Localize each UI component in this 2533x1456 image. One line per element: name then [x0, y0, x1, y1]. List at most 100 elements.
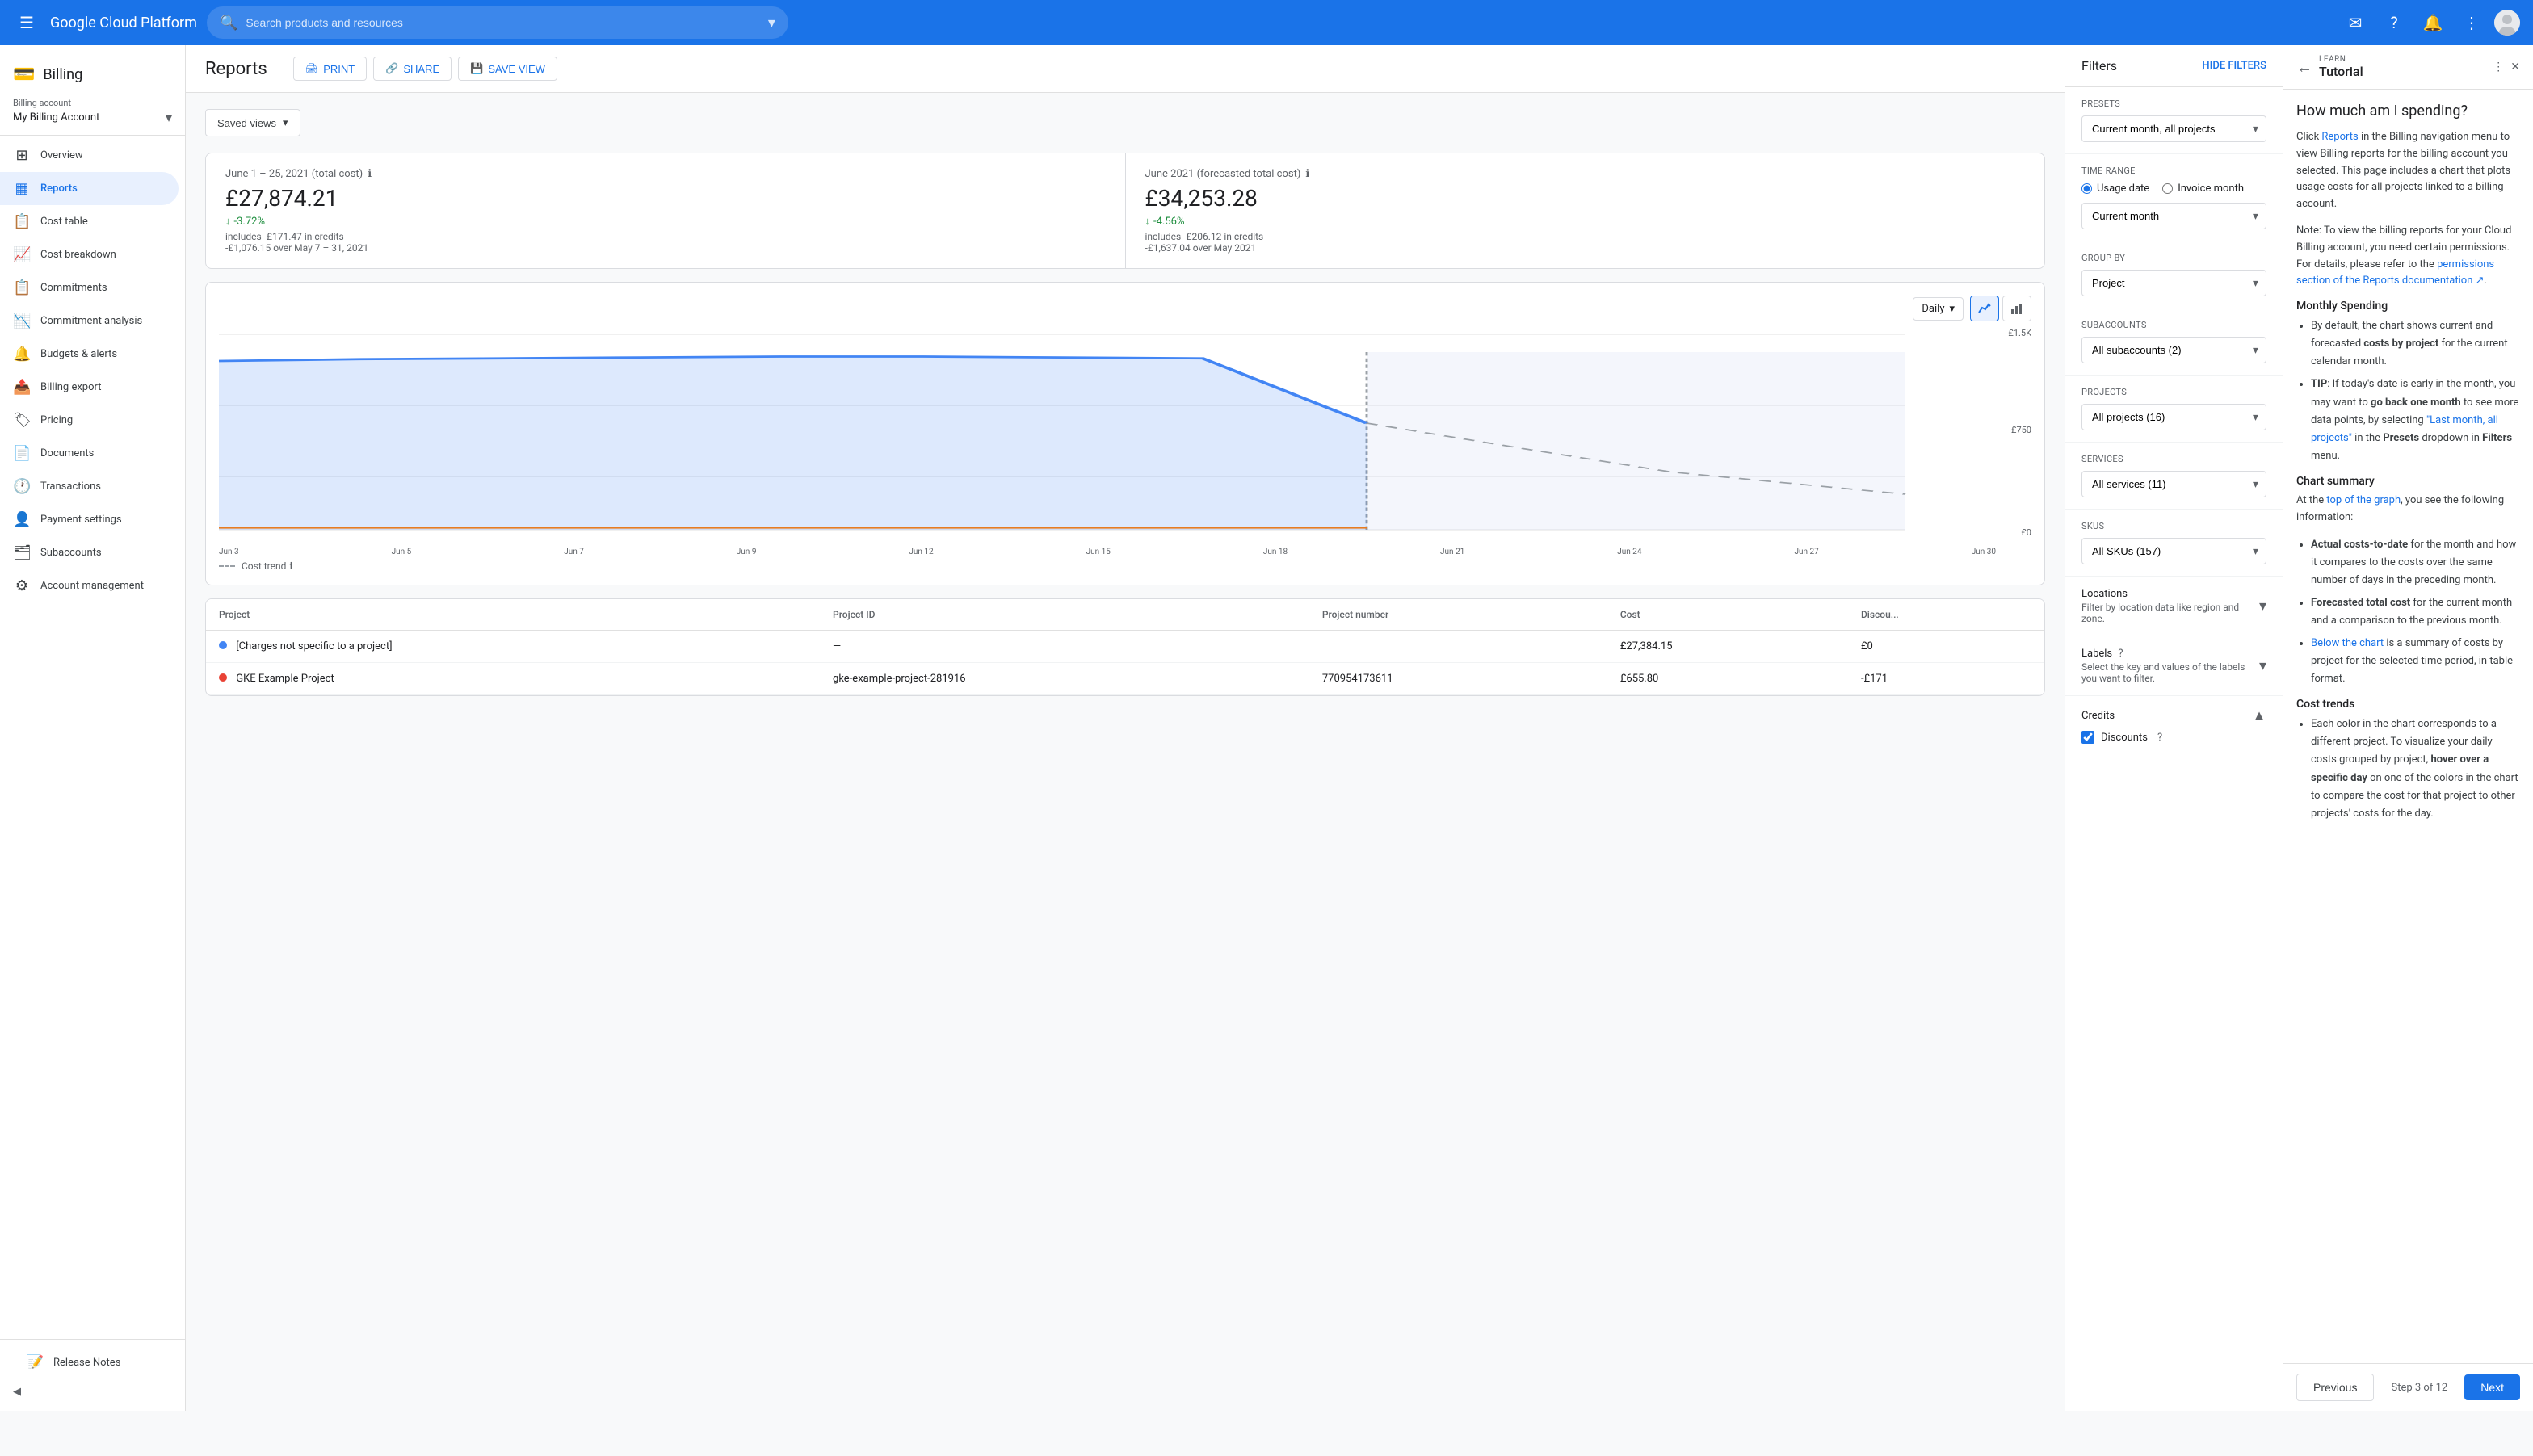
locations-collapse[interactable]: Locations Filter by location data like r…	[2065, 577, 2283, 636]
page-title: Reports	[205, 59, 267, 79]
sidebar-item-cost-breakdown[interactable]: 📈 Cost breakdown	[0, 238, 179, 271]
bell-icon[interactable]: 🔔	[2417, 6, 2449, 39]
sidebar-item-billing-export[interactable]: 📤 Billing export	[0, 371, 179, 404]
projects-select[interactable]: All projects (16)	[2081, 404, 2266, 430]
sidebar-item-release-notes[interactable]: 📝 Release Notes	[13, 1346, 166, 1379]
presets-select-wrapper[interactable]: Current month, all projects	[2081, 115, 2266, 142]
page-header: Reports 🖨 PRINT 🔗 SHARE 💾 SAVE VIEW	[186, 45, 2065, 93]
commitment-analysis-icon: 📉	[13, 313, 31, 329]
mail-icon[interactable]: ✉	[2339, 6, 2371, 39]
project-number-1: 770954173611	[1309, 663, 1607, 695]
sidebar-label-commitments: Commitments	[40, 282, 107, 294]
sidebar-item-subaccounts[interactable]: 🗂 Subaccounts	[0, 536, 179, 569]
summary-sub1-actual: includes -£171.47 in credits	[225, 231, 1106, 242]
invoice-month-radio[interactable]: Invoice month	[2162, 183, 2244, 195]
save-view-button[interactable]: 💾 SAVE VIEW	[458, 57, 557, 81]
monthly-spending-list: By default, the chart shows current and …	[2296, 317, 2520, 465]
sidebar-item-pricing[interactable]: 🏷 Pricing	[0, 404, 179, 437]
info-icon-forecast[interactable]: ℹ	[1305, 168, 1309, 180]
skus-select[interactable]: All SKUs (157)	[2081, 538, 2266, 564]
tutorial-body: How much am I spending? Click Reports in…	[2283, 90, 2533, 1363]
sidebar-item-account-management[interactable]: ⚙ Account management	[0, 569, 179, 602]
subaccounts-select[interactable]: All subaccounts (2)	[2081, 337, 2266, 363]
tutorial-back-button[interactable]: ←	[2296, 57, 2312, 78]
bar-chart-btn[interactable]	[2002, 296, 2031, 321]
project-dot-1	[219, 673, 227, 682]
presets-select[interactable]: Current month, all projects	[2081, 115, 2266, 142]
sidebar-item-commitment-analysis[interactable]: 📉 Commitment analysis	[0, 304, 179, 338]
discounts-help-icon[interactable]: ?	[2157, 732, 2162, 744]
sidebar-item-overview[interactable]: ⊞ Overview	[0, 139, 179, 172]
payment-settings-icon: 👤	[13, 511, 31, 528]
menu-icon[interactable]: ☰	[13, 6, 40, 39]
below-chart-link[interactable]: Below the chart	[2311, 637, 2384, 649]
labels-collapse[interactable]: Labels ? Select the key and values of th…	[2065, 636, 2283, 696]
services-select[interactable]: All services (11)	[2081, 471, 2266, 497]
line-chart-btn[interactable]	[1970, 296, 1999, 321]
time-range-select[interactable]: Current month	[2081, 203, 2266, 229]
projects-select-wrapper[interactable]: All projects (16)	[2081, 404, 2266, 430]
x-label-5: Jun 15	[1086, 548, 1111, 556]
sidebar-item-reports[interactable]: ▦ Reports	[0, 172, 179, 205]
time-range-section: Time range Usage date Invoice month Curr…	[2065, 154, 2283, 241]
invoice-month-radio-input[interactable]	[2162, 183, 2173, 194]
legend-info-icon[interactable]: ℹ	[289, 560, 293, 572]
skus-select-wrapper[interactable]: All SKUs (157)	[2081, 538, 2266, 564]
usage-date-radio[interactable]: Usage date	[2081, 183, 2149, 195]
print-icon: 🖨	[305, 62, 319, 75]
tutorial-more-icon[interactable]: ⋮	[2493, 61, 2504, 73]
print-button[interactable]: 🖨 PRINT	[293, 57, 368, 81]
chart-summary-item-0: Actual costs-to-date for the month and h…	[2311, 536, 2520, 590]
time-range-select-wrapper[interactable]: Current month	[2081, 203, 2266, 229]
permissions-link[interactable]: permissions section of the Reports docum…	[2296, 258, 2494, 287]
search-bar[interactable]: 🔍 ▾	[207, 6, 788, 39]
sidebar: 💳 Billing Billing account My Billing Acc…	[0, 45, 186, 1411]
search-icon: 🔍	[220, 15, 237, 31]
search-dropdown-icon[interactable]: ▾	[768, 15, 775, 31]
avatar[interactable]	[2494, 10, 2520, 36]
sidebar-item-transactions[interactable]: 🕐 Transactions	[0, 470, 179, 503]
projects-section: Projects All projects (16)	[2065, 376, 2283, 443]
group-by-select-wrapper[interactable]: Project	[2081, 270, 2266, 296]
more-vert-icon[interactable]: ⋮	[2455, 6, 2488, 39]
billing-account-select[interactable]: My Billing Account ▾	[13, 110, 172, 125]
discounts-checkbox-input[interactable]	[2081, 731, 2094, 744]
documents-icon: 📄	[13, 445, 31, 462]
subaccounts-select-wrapper[interactable]: All subaccounts (2)	[2081, 337, 2266, 363]
sidebar-item-payment-settings[interactable]: 👤 Payment settings	[0, 503, 179, 536]
tutorial-prev-button[interactable]: Previous	[2296, 1374, 2374, 1401]
x-label-2: Jun 7	[564, 548, 584, 556]
labels-help-icon[interactable]: ?	[2118, 648, 2123, 660]
cost-trends-item-0: Each color in the chart corresponds to a…	[2311, 715, 2520, 823]
share-button[interactable]: 🔗 SHARE	[373, 57, 452, 81]
saved-views-button[interactable]: Saved views ▾	[205, 109, 300, 136]
tutorial-close-button[interactable]: ✕	[2510, 61, 2520, 73]
chart-type-select[interactable]: Daily ▾	[1913, 297, 1964, 321]
reports-link[interactable]: Reports	[2321, 131, 2358, 143]
sidebar-label-cost-table: Cost table	[40, 216, 88, 228]
labels-label: Labels ?	[2081, 648, 2259, 660]
info-icon-actual[interactable]: ℹ	[368, 168, 372, 180]
monthly-spending-title: Monthly Spending	[2296, 300, 2520, 313]
top-of-graph-link[interactable]: top of the graph	[2326, 494, 2401, 506]
skus-section: SKUs All SKUs (157)	[2065, 510, 2283, 577]
discounts-checkbox[interactable]: Discounts ?	[2081, 724, 2266, 750]
sidebar-item-cost-table[interactable]: 📋 Cost table	[0, 205, 179, 238]
group-by-select[interactable]: Project	[2081, 270, 2266, 296]
sidebar-label-payment-settings: Payment settings	[40, 514, 122, 526]
tutorial-header: ← LEARN Tutorial ⋮ ✕	[2283, 45, 2533, 90]
help-icon[interactable]: ?	[2378, 6, 2410, 39]
top-nav: ☰ Google Cloud Platform 🔍 ▾ ✉ ? 🔔 ⋮	[0, 0, 2533, 45]
billing-account-label: Billing account	[13, 98, 172, 108]
chart-view-buttons	[1970, 296, 2031, 321]
sidebar-item-budgets-alerts[interactable]: 🔔 Budgets & alerts	[0, 338, 179, 371]
hide-filters-button[interactable]: HIDE FILTERS	[2202, 60, 2266, 72]
search-input[interactable]	[246, 16, 760, 29]
sidebar-item-commitments[interactable]: 📋 Commitments	[0, 271, 179, 304]
sidebar-collapse-btn[interactable]: ◀	[13, 1379, 172, 1404]
usage-date-radio-input[interactable]	[2081, 183, 2092, 194]
tutorial-next-button[interactable]: Next	[2464, 1374, 2520, 1400]
sidebar-item-documents[interactable]: 📄 Documents	[0, 437, 179, 470]
credits-chevron-icon[interactable]: ▲	[2252, 707, 2266, 724]
services-select-wrapper[interactable]: All services (11)	[2081, 471, 2266, 497]
